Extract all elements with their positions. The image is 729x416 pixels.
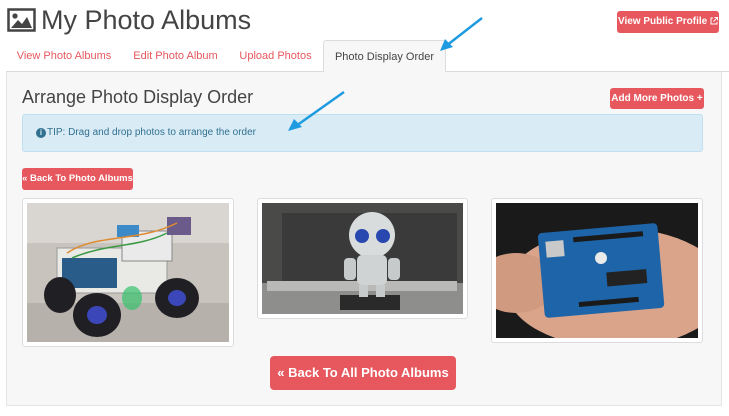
page-title: My Photo Albums xyxy=(41,5,252,35)
tab-edit-photo-album[interactable]: Edit Photo Album xyxy=(122,40,229,72)
back-to-photo-albums-button[interactable]: « Back To Photo Albums xyxy=(22,168,133,190)
image-icon xyxy=(7,8,36,32)
tip-alert: i TIP: Drag and drop photos to arrange t… xyxy=(22,114,703,152)
tab-photo-display-order[interactable]: Photo Display Order xyxy=(323,40,446,73)
photo-thumbnail[interactable] xyxy=(22,198,234,347)
robot-figure-photo xyxy=(262,203,463,314)
back-to-all-photo-albums-button[interactable]: « Back To All Photo Albums xyxy=(270,356,456,390)
annotation-arrow-icon xyxy=(288,90,345,131)
info-icon: i xyxy=(36,128,46,138)
annotation-arrow-icon xyxy=(440,17,483,51)
photo-thumbnail[interactable] xyxy=(257,198,468,319)
external-link-icon xyxy=(710,17,719,25)
photo-thumbnail[interactable] xyxy=(491,198,703,343)
add-more-photos-button[interactable]: Add More Photos + xyxy=(610,88,704,109)
arduino-photo xyxy=(496,203,698,338)
tab-bar: View Photo Albums Edit Photo Album Uploa… xyxy=(6,40,729,73)
section-title: Arrange Photo Display Order xyxy=(22,87,254,107)
tip-text: TIP: Drag and drop photos to arrange the… xyxy=(47,127,257,138)
view-public-profile-label: View Public Profile xyxy=(617,16,708,27)
tab-upload-photos[interactable]: Upload Photos xyxy=(229,40,322,72)
robot-car-photo xyxy=(27,203,229,342)
view-public-profile-button[interactable]: View Public Profile xyxy=(617,11,719,33)
tab-view-photo-albums[interactable]: View Photo Albums xyxy=(6,40,122,72)
